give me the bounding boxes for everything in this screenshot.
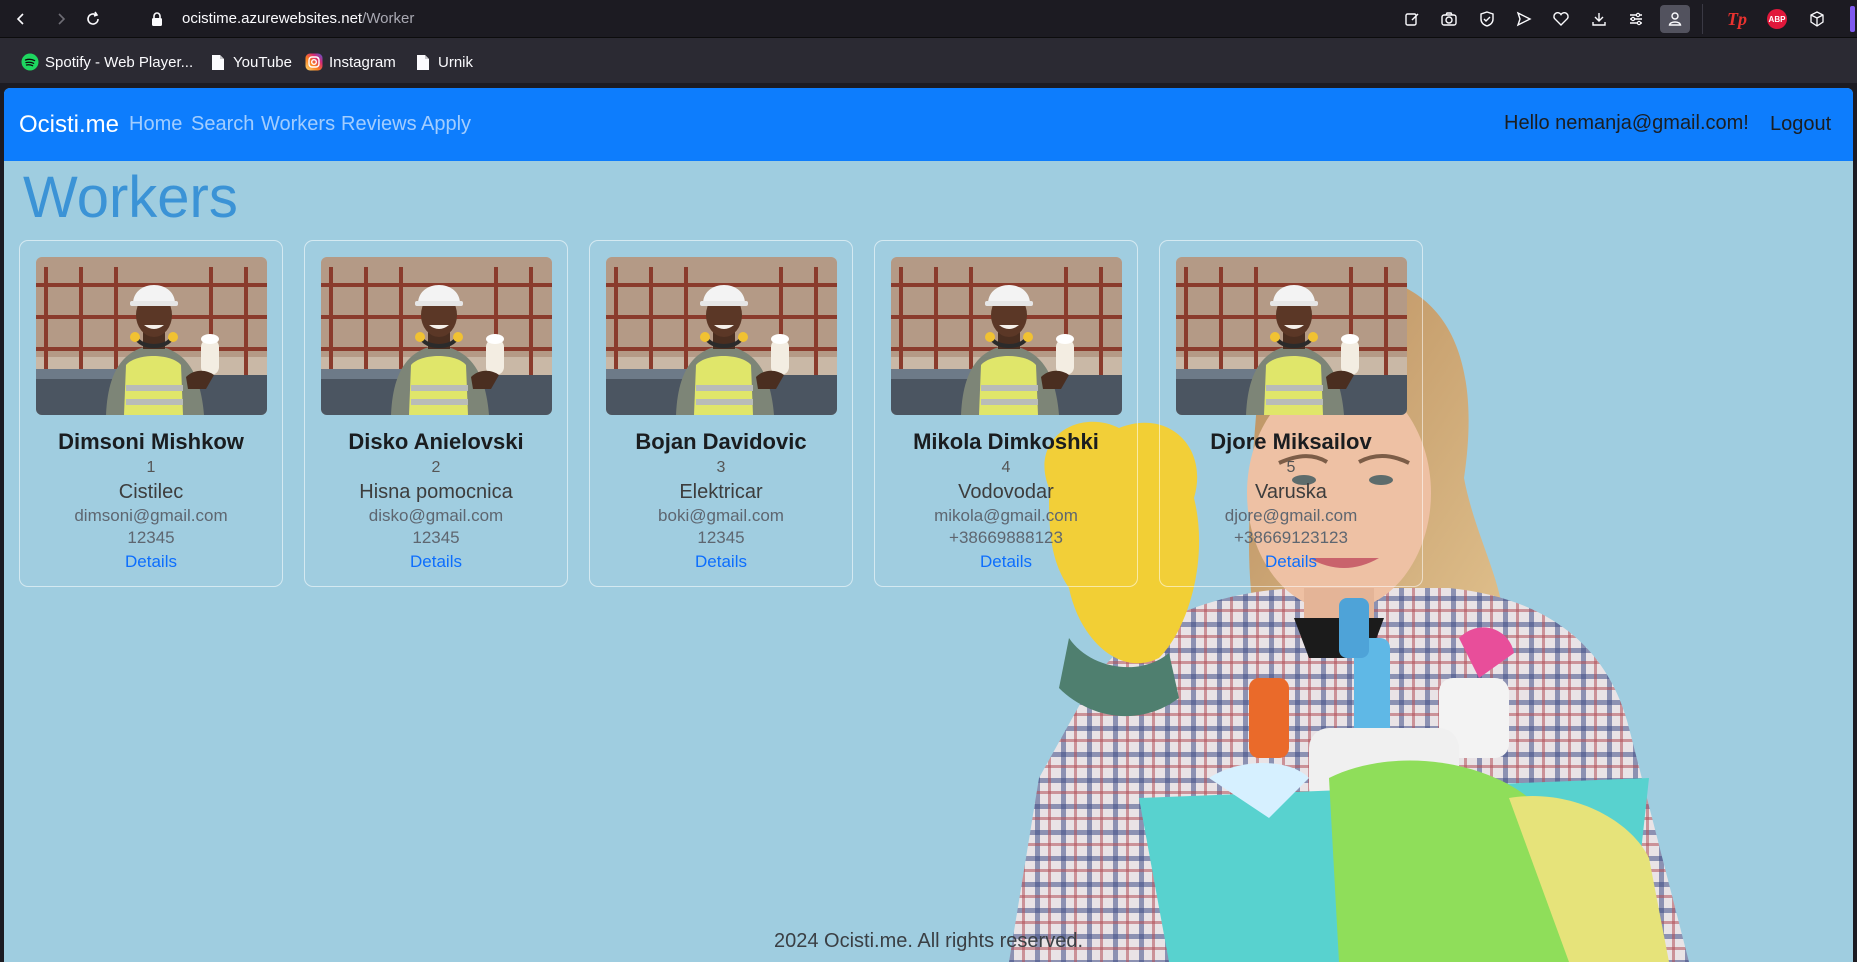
- camera-icon[interactable]: [1436, 6, 1462, 32]
- footer-copyright: 2024 Ocisti.me. All rights reserved.: [773, 930, 1083, 952]
- spotify-icon: [21, 53, 39, 71]
- details-link[interactable]: Details: [875, 552, 1137, 572]
- account-icon[interactable]: [1660, 5, 1690, 33]
- worker-email: djore@gmail.com: [1224, 506, 1358, 525]
- worker-card: Djore Miksailov 5 Varuska djore@gmail.co…: [1159, 240, 1423, 587]
- page-icon: [209, 53, 227, 71]
- worker-role: Hisna pomocnica: [359, 481, 513, 503]
- worker-name: Mikola Dimkoshki: [913, 429, 1099, 454]
- user-greeting: Hello nemanja@gmail.com!: [1504, 112, 1749, 134]
- worker-phone: +38669888123: [949, 528, 1063, 547]
- nav-home[interactable]: Home: [129, 113, 182, 136]
- worker-id: 2: [431, 459, 441, 476]
- forward-icon[interactable]: [48, 6, 74, 32]
- worker-phone: 12345: [697, 528, 745, 547]
- worker-photo: [1176, 257, 1407, 415]
- edit-page-icon[interactable]: [1399, 6, 1425, 32]
- bookmark-instagram[interactable]: Instagram: [305, 51, 396, 73]
- browser-toolbar: ocistime.azurewebsites.net/Worker Tp ABP: [0, 0, 1857, 37]
- nav-workers[interactable]: Workers: [261, 113, 335, 136]
- worker-email: boki@gmail.com: [658, 506, 784, 525]
- worker-id: 3: [716, 459, 726, 476]
- worker-role: Cistilec: [118, 481, 184, 503]
- bookmark-label: YouTube: [233, 53, 292, 71]
- worker-photo: [36, 257, 267, 415]
- sidebar-accent: [1850, 6, 1855, 32]
- page-icon: [414, 53, 432, 71]
- logout-button[interactable]: Logout: [1770, 113, 1831, 136]
- url-text: ocistime.azurewebsites.net/Worker: [182, 10, 414, 27]
- nav-reviews[interactable]: Reviews: [341, 113, 417, 136]
- worker-email: disko@gmail.com: [368, 506, 504, 525]
- url-path: /Worker: [362, 10, 415, 27]
- heart-icon[interactable]: [1548, 6, 1574, 32]
- tp-extension-label: Tp: [1727, 8, 1747, 29]
- worker-email: mikola@gmail.com: [934, 506, 1078, 525]
- download-icon[interactable]: [1586, 6, 1612, 32]
- worker-name: Djore Miksailov: [1210, 429, 1372, 454]
- worker-card: Dimsoni Mishkow 1 Cistilec dimsoni@gmail…: [19, 240, 283, 587]
- worker-phone: 12345: [412, 528, 460, 547]
- brand-logo-link[interactable]: Ocisti.me: [19, 111, 119, 139]
- menu-sliders-icon[interactable]: [1623, 6, 1649, 32]
- bookmark-youtube[interactable]: YouTube: [209, 51, 292, 73]
- reload-icon[interactable]: [80, 6, 106, 32]
- worker-card: Mikola Dimkoshki 4 Vodovodar mikola@gmai…: [874, 240, 1138, 587]
- worker-name: Dimsoni Mishkow: [58, 429, 244, 454]
- worker-photo: [891, 257, 1122, 415]
- worker-photo: [606, 257, 837, 415]
- worker-role: Varuska: [1255, 481, 1327, 503]
- worker-photo: [321, 257, 552, 415]
- worker-card: Bojan Davidovic 3 Elektricar boki@gmail.…: [589, 240, 853, 587]
- details-link[interactable]: Details: [20, 552, 282, 572]
- adblock-label: ABP: [1767, 9, 1787, 29]
- worker-name: Bojan Davidovic: [635, 429, 807, 454]
- bookmark-label: Urnik: [438, 53, 474, 71]
- page-title: Workers: [23, 165, 238, 230]
- nav-search[interactable]: Search: [191, 113, 254, 136]
- bookmark-urnik[interactable]: Urnik: [414, 51, 473, 73]
- nav-apply[interactable]: Apply: [421, 113, 471, 136]
- tp-extension-icon[interactable]: Tp: [1724, 6, 1750, 32]
- shield-icon[interactable]: [1474, 6, 1500, 32]
- worker-card: Disko Anielovski 2 Hisna pomocnica disko…: [304, 240, 568, 587]
- worker-name: Disko Anielovski: [348, 429, 524, 454]
- bookmark-label: Instagram: [329, 53, 396, 71]
- worker-id: 1: [146, 459, 156, 476]
- details-link[interactable]: Details: [590, 552, 852, 572]
- details-link[interactable]: Details: [305, 552, 567, 572]
- toolbar-separator: [1702, 4, 1703, 34]
- bookmarks-bar: Spotify - Web Player... YouTube Instagra…: [0, 37, 1857, 83]
- worker-id: 4: [1001, 459, 1011, 476]
- worker-role: Vodovodar: [958, 481, 1054, 503]
- instagram-icon: [305, 53, 323, 71]
- worker-id: 5: [1286, 459, 1296, 476]
- extensions-cube-icon[interactable]: [1804, 6, 1830, 32]
- bookmark-spotify[interactable]: Spotify - Web Player...: [21, 51, 193, 73]
- bookmark-label: Spotify - Web Player...: [45, 53, 194, 71]
- main-navbar: Ocisti.me Home Search Workers Reviews Ap…: [4, 88, 1853, 161]
- adblock-icon[interactable]: ABP: [1764, 6, 1790, 32]
- worker-phone: +38669123123: [1234, 528, 1348, 547]
- send-icon[interactable]: [1511, 6, 1537, 32]
- details-link[interactable]: Details: [1160, 552, 1422, 572]
- url-bar[interactable]: ocistime.azurewebsites.net/Worker: [140, 4, 1700, 34]
- back-icon[interactable]: [8, 6, 34, 32]
- lock-icon: [150, 11, 164, 32]
- page-viewport: Ocisti.me Home Search Workers Reviews Ap…: [4, 88, 1853, 962]
- url-domain: ocistime.azurewebsites.net: [182, 10, 363, 27]
- worker-email: dimsoni@gmail.com: [74, 506, 228, 525]
- worker-phone: 12345: [127, 528, 175, 547]
- worker-role: Elektricar: [679, 481, 763, 503]
